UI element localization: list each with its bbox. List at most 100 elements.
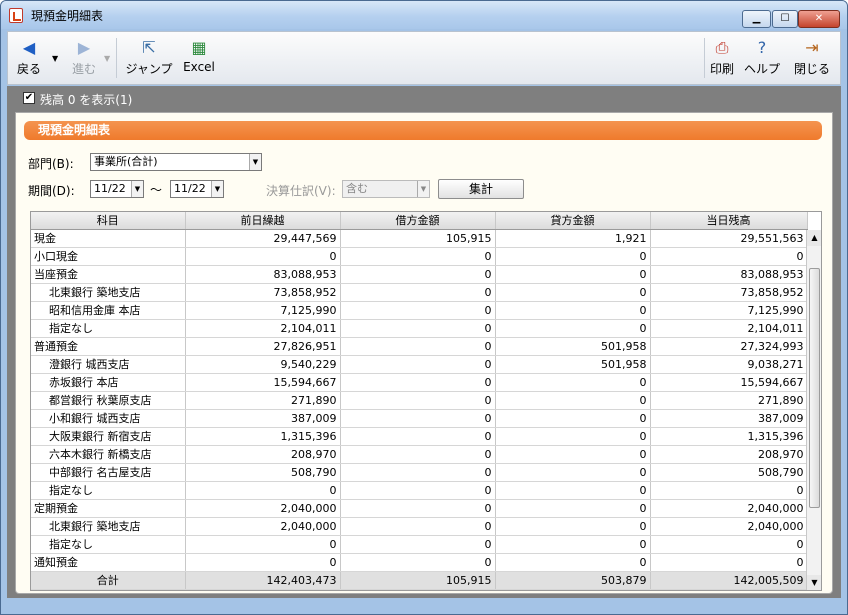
total-balance: 142,005,509 (650, 571, 808, 590)
table-row[interactable]: 小和銀行 城西支店 387,009 0 0 387,009 (31, 409, 808, 428)
account-cell: 小口現金 (31, 247, 186, 266)
column-header-credit[interactable]: 貸方金額 (495, 212, 651, 230)
minimize-button[interactable]: ▁ (742, 10, 771, 28)
table-row[interactable]: 指定なし 0 0 0 0 (31, 481, 808, 500)
credit-cell: 501,958 (495, 337, 651, 356)
table-row[interactable]: 現金 29,447,569 105,915 1,921 29,551,563 (31, 229, 808, 248)
table-row[interactable]: 定期預金 2,040,000 0 0 2,040,000 (31, 499, 808, 518)
table-row[interactable]: 都営銀行 秋葉原支店 271,890 0 0 271,890 (31, 391, 808, 410)
account-cell: 小和銀行 城西支店 (31, 409, 186, 428)
chevron-down-icon[interactable]: ▼ (131, 181, 143, 197)
print-button[interactable]: ⎙ 印刷 (708, 36, 736, 80)
close-button[interactable]: ⇥ 閉じる (790, 36, 834, 80)
table-row[interactable]: 北東銀行 築地支店 2,040,000 0 0 2,040,000 (31, 517, 808, 536)
back-dropdown-icon[interactable]: ▼ (52, 54, 58, 63)
column-header-account[interactable]: 科目 (31, 212, 186, 230)
period-to-field[interactable]: 11/22 ▼ (170, 180, 224, 198)
table-row[interactable]: 大阪東銀行 新宿支店 1,315,396 0 0 1,315,396 (31, 427, 808, 446)
debit-cell: 0 (340, 391, 496, 410)
aggregate-button[interactable]: 集計 (438, 179, 524, 199)
scroll-down-icon[interactable]: ▼ (807, 575, 821, 590)
prev-balance-cell: 508,790 (185, 463, 341, 482)
credit-cell: 0 (495, 499, 651, 518)
period-from-field[interactable]: 11/22 ▼ (90, 180, 144, 198)
column-header-debit[interactable]: 借方金額 (340, 212, 496, 230)
account-cell: 指定なし (31, 481, 186, 500)
title-bar[interactable]: 現預金明細表 ▁ ☐ ✕ (1, 1, 847, 29)
total-label: 合計 (31, 571, 186, 590)
balance-cell: 0 (650, 247, 808, 266)
table-row[interactable]: 中部銀行 名古屋支店 508,790 0 0 508,790 (31, 463, 808, 482)
table-row[interactable]: 昭和信用金庫 本店 7,125,990 0 0 7,125,990 (31, 301, 808, 320)
jump-button[interactable]: ⇱ ジャンプ (120, 36, 178, 80)
credit-cell: 0 (495, 517, 651, 536)
close-window-button[interactable]: ✕ (798, 10, 840, 28)
prev-balance-cell: 2,104,011 (185, 319, 341, 338)
table-row[interactable]: 指定なし 2,104,011 0 0 2,104,011 (31, 319, 808, 338)
column-header-prev-balance[interactable]: 前日繰越 (185, 212, 341, 230)
credit-cell: 0 (495, 373, 651, 392)
closing-entries-select[interactable]: 含む ▼ (342, 180, 430, 198)
column-header-balance[interactable]: 当日残高 (650, 212, 808, 230)
show-zero-checkbox[interactable]: ✔ (23, 92, 35, 104)
table-row[interactable]: 指定なし 0 0 0 0 (31, 535, 808, 554)
account-cell: 現金 (31, 229, 186, 248)
back-arrow-icon: ◀ (22, 38, 36, 57)
credit-cell: 0 (495, 481, 651, 500)
debit-cell: 0 (340, 535, 496, 554)
prev-balance-cell: 7,125,990 (185, 301, 341, 320)
table-row[interactable]: 北東銀行 築地支店 73,858,952 0 0 73,858,952 (31, 283, 808, 302)
maximize-button[interactable]: ☐ (772, 10, 798, 28)
scrollbar-thumb[interactable] (809, 268, 820, 508)
prev-balance-cell: 15,594,667 (185, 373, 341, 392)
window-title: 現預金明細表 (31, 9, 104, 23)
forward-dropdown-icon[interactable]: ▼ (104, 54, 110, 63)
excel-button[interactable]: ▦ Excel (182, 36, 216, 80)
debit-cell: 0 (340, 481, 496, 500)
prev-balance-cell: 0 (185, 553, 341, 572)
table-row[interactable]: 六本木銀行 新橋支店 208,970 0 0 208,970 (31, 445, 808, 464)
balance-cell: 0 (650, 481, 808, 500)
balance-cell: 2,104,011 (650, 319, 808, 338)
credit-cell: 501,958 (495, 355, 651, 374)
debit-cell: 0 (340, 373, 496, 392)
chevron-down-icon[interactable]: ▼ (211, 181, 223, 197)
prev-balance-cell: 2,040,000 (185, 499, 341, 518)
debit-cell: 0 (340, 553, 496, 572)
credit-cell: 0 (495, 301, 651, 320)
prev-balance-cell: 9,540,229 (185, 355, 341, 374)
account-cell: 大阪東銀行 新宿支店 (31, 427, 186, 446)
table-row[interactable]: 澄銀行 城西支店 9,540,229 0 501,958 9,038,271 (31, 355, 808, 374)
table-row[interactable]: 通知預金 0 0 0 0 (31, 553, 808, 572)
prev-balance-cell: 2,040,000 (185, 517, 341, 536)
table-row[interactable]: 当座預金 83,088,953 0 0 83,088,953 (31, 265, 808, 284)
balance-cell: 73,858,952 (650, 283, 808, 302)
vertical-scrollbar[interactable]: ▲ ▼ (806, 230, 821, 590)
account-cell: 普通預金 (31, 337, 186, 356)
balance-cell: 27,324,993 (650, 337, 808, 356)
help-button[interactable]: ? ヘルプ (741, 36, 783, 80)
close-icon: ✕ (814, 13, 824, 24)
show-zero-label[interactable]: 残高 0 を表示(1) (40, 91, 132, 108)
balance-cell: 15,594,667 (650, 373, 808, 392)
table-row[interactable]: 赤坂銀行 本店 15,594,667 0 0 15,594,667 (31, 373, 808, 392)
balance-cell: 2,040,000 (650, 499, 808, 518)
debit-cell: 0 (340, 319, 496, 338)
toolbar-separator (704, 38, 705, 78)
table-row[interactable]: 普通預金 27,826,951 0 501,958 27,324,993 (31, 337, 808, 356)
balance-cell: 1,315,396 (650, 427, 808, 446)
department-select[interactable]: 事業所(合計) ▼ (90, 153, 262, 171)
back-button[interactable]: ◀ 戻る (12, 36, 46, 80)
forward-button[interactable]: ▶ 進む (64, 36, 104, 80)
help-icon: ? (757, 38, 767, 57)
table-row[interactable]: 小口現金 0 0 0 0 (31, 247, 808, 266)
account-cell: 当座預金 (31, 265, 186, 284)
prev-balance-cell: 83,088,953 (185, 265, 341, 284)
debit-cell: 105,915 (340, 229, 496, 248)
jump-icon: ⇱ (142, 38, 156, 57)
chevron-down-icon[interactable]: ▼ (249, 154, 261, 170)
balance-cell: 271,890 (650, 391, 808, 410)
account-cell: 六本木銀行 新橋支店 (31, 445, 186, 464)
credit-cell: 0 (495, 445, 651, 464)
scroll-up-icon[interactable]: ▲ (807, 230, 821, 246)
